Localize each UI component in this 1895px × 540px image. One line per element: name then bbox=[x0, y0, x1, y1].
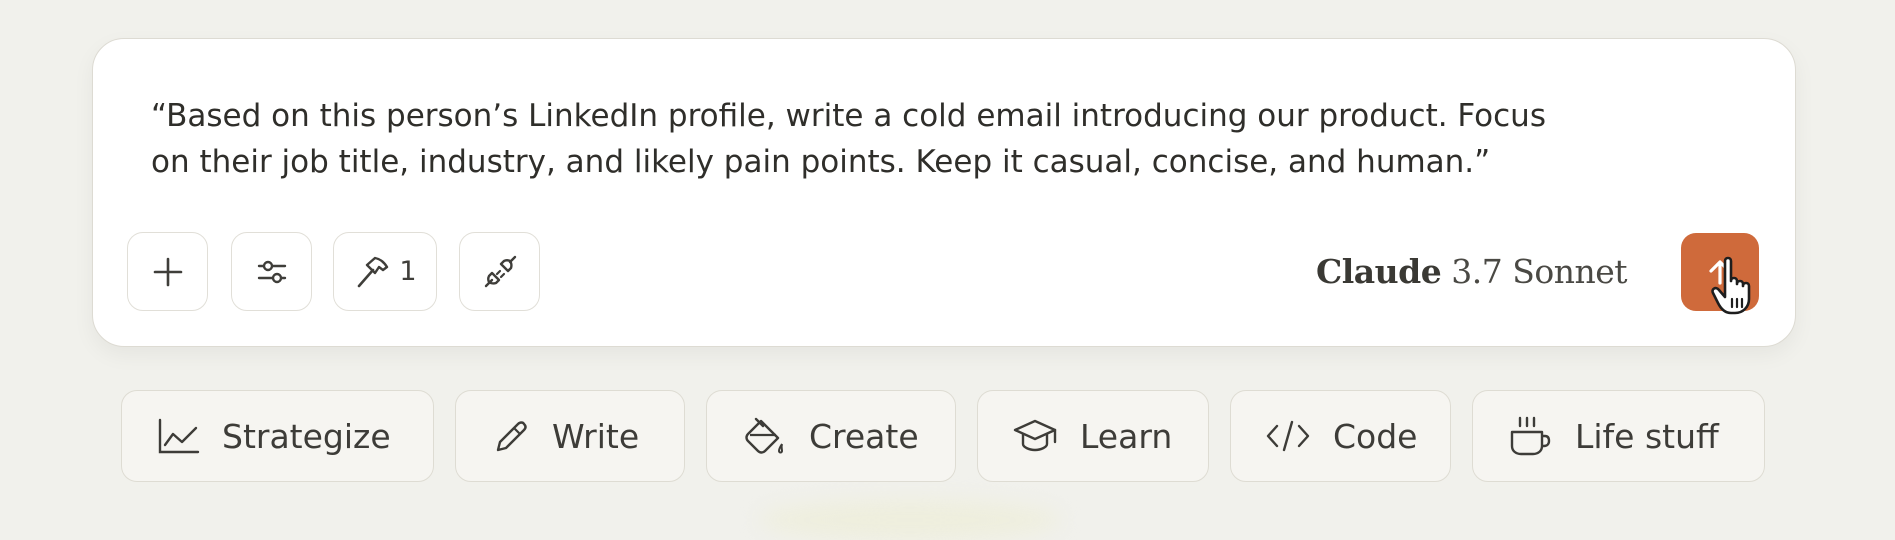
paint-bucket-icon bbox=[741, 415, 787, 457]
suggestion-write[interactable]: Write bbox=[455, 390, 685, 482]
model-version: 3.7 bbox=[1451, 251, 1503, 291]
model-name: Claude bbox=[1316, 251, 1442, 291]
suggestion-label: Learn bbox=[1080, 416, 1173, 456]
prompt-composer: “Based on this person’s LinkedIn profile… bbox=[92, 38, 1796, 347]
graduation-cap-icon bbox=[1012, 416, 1058, 456]
code-icon bbox=[1265, 416, 1311, 456]
suggestion-label: Life stuff bbox=[1575, 416, 1719, 456]
suggestion-life-stuff[interactable]: Life stuff bbox=[1472, 390, 1765, 482]
tools-count: 1 bbox=[399, 256, 417, 287]
suggestion-label: Code bbox=[1333, 416, 1418, 456]
integrations-button[interactable] bbox=[459, 232, 540, 311]
suggestion-code[interactable]: Code bbox=[1230, 390, 1451, 482]
suggestion-label: Write bbox=[552, 416, 640, 456]
suggestion-label: Strategize bbox=[222, 416, 391, 456]
suggestion-learn[interactable]: Learn bbox=[977, 390, 1209, 482]
tools-button[interactable]: 1 bbox=[333, 232, 437, 311]
suggestion-create[interactable]: Create bbox=[706, 390, 956, 482]
suggestion-label: Create bbox=[809, 416, 919, 456]
coffee-cup-icon bbox=[1507, 414, 1553, 458]
sliders-icon bbox=[257, 260, 286, 283]
hand-pointer-icon bbox=[1711, 256, 1751, 315]
model-variant: Sonnet bbox=[1512, 251, 1628, 291]
prompt-input[interactable]: “Based on this person’s LinkedIn profile… bbox=[151, 93, 1641, 185]
pencil-icon bbox=[490, 416, 530, 456]
plus-icon bbox=[153, 257, 182, 286]
suggestion-strategize[interactable]: Strategize bbox=[121, 390, 434, 482]
settings-button[interactable] bbox=[231, 232, 312, 311]
plug-icon bbox=[484, 255, 516, 287]
model-selector[interactable]: Claude 3.7 Sonnet bbox=[1316, 246, 1628, 296]
background-glow bbox=[760, 500, 1060, 540]
chart-line-icon bbox=[156, 416, 200, 456]
add-content-button[interactable] bbox=[127, 232, 208, 311]
hammer-icon bbox=[358, 256, 389, 287]
